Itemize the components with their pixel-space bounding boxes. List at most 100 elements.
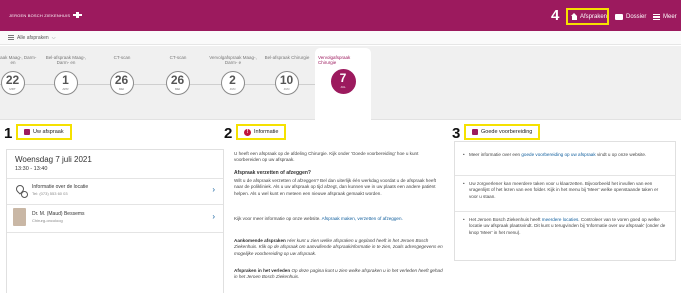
upcoming-heading: Aankomende afspraken xyxy=(234,238,286,243)
bullet-text: Het Jeroen Bosch Ziekenhuis heeft xyxy=(469,217,542,222)
intro-text: U heeft een afspraak op de afdeling Chir… xyxy=(234,151,419,163)
annotation-number-1: 1 xyxy=(4,125,13,142)
highlight-box: Goede voorbereiding xyxy=(464,124,541,140)
timeline-month: APR xyxy=(62,87,69,91)
list-icon xyxy=(8,35,14,40)
divider xyxy=(455,175,675,176)
doctor-name: Dr. M. (Maud) Bessems xyxy=(32,211,85,217)
timeline-item[interactable]: CT-scan 26 MEI xyxy=(153,46,203,120)
reschedule-heading: Afspraak verzetten of afzeggen? xyxy=(234,170,311,176)
information-title: Informatie xyxy=(254,129,279,135)
timeline-day: 7 xyxy=(339,71,347,85)
timeline-day: 2 xyxy=(229,73,236,87)
date-circle: 7 JUL xyxy=(331,69,356,94)
chevron-down-icon: ⌵ xyxy=(51,34,56,41)
date-circle: 26 MEI xyxy=(166,71,190,95)
timeline-item-label: CT-scan xyxy=(169,55,187,60)
date-circle: 22 MRT xyxy=(1,71,25,95)
timeline-item[interactable]: Bel-afspraak Maag-, Darm- en 1 APR xyxy=(41,46,91,120)
appointment-column: 1 Uw afspraak Woensdag 7 juli 2021 13:30… xyxy=(4,121,224,293)
preparation-card: Meer informatie over een goede voorberei… xyxy=(454,141,676,261)
date-circle: 2 JUN xyxy=(221,71,245,95)
appointment-date: Woensdag 7 juli 2021 xyxy=(15,155,92,164)
timeline-day: 10 xyxy=(279,73,294,87)
timeline-item-label: Vervolgafspraak Maag-, Darm- e xyxy=(209,55,257,65)
timeline-month: MRT xyxy=(9,87,16,91)
timeline-month: JUN xyxy=(229,87,236,91)
nav-meer-label: Meer xyxy=(663,13,677,20)
past-heading: Afspraken in het verleden xyxy=(234,268,291,273)
timeline-day: 26 xyxy=(170,73,185,87)
timeline-item[interactable]: Afspraak Maag-, Darm- en 22 MRT xyxy=(0,46,38,120)
all-appointments-dropdown[interactable]: Alle afspraken ⌵ xyxy=(0,31,681,45)
home-icon xyxy=(571,13,577,20)
logo-text: JEROEN BOSCH ZIEKENHUIS xyxy=(9,12,71,18)
timeline-item[interactable]: Vervolgafspraak Maag-, Darm- e 2 JUN xyxy=(208,46,258,120)
timeline-day: 26 xyxy=(114,73,129,87)
timeline-month: MEI xyxy=(118,87,125,91)
information-body: U heeft een afspraak op de afdeling Chir… xyxy=(226,149,449,293)
nav-dossier[interactable]: Dossier xyxy=(615,8,646,25)
preparation-bullet: Het Jeroen Bosch Ziekenhuis heeft meerde… xyxy=(463,217,668,236)
chevron-right-icon: › xyxy=(212,185,215,194)
locations-link[interactable]: meerdere locaties xyxy=(542,217,579,222)
calendar-icon xyxy=(24,129,30,135)
highlight-box: Uw afspraak xyxy=(16,124,72,140)
doctor-row[interactable]: Dr. M. (Maud) Bessems Chirurg-oncoloog › xyxy=(7,206,223,230)
bullet-text: Meer informatie over een xyxy=(469,152,522,157)
date-circle: 10 JUN xyxy=(275,71,299,95)
location-info-row[interactable]: Informatie over de locatie Tel: (073) 55… xyxy=(7,179,223,203)
reschedule-link[interactable]: Afspraak maken, verzetten of afzeggen. xyxy=(322,216,403,221)
preparation-title: Goede voorbereiding xyxy=(481,129,533,135)
cross-logo-icon xyxy=(72,12,83,18)
info-icon: ! xyxy=(244,128,251,136)
past-text: Afspraken in het verleden Op deze pagina… xyxy=(234,268,444,281)
location-info-title: Informatie over de locatie xyxy=(32,184,89,190)
appointment-title: Uw afspraak xyxy=(33,129,64,135)
appointment-card: Woensdag 7 juli 2021 13:30 - 13:40 Infor… xyxy=(6,149,224,293)
upcoming-text: Aankomende afspraken Hier kunt u zien we… xyxy=(234,238,444,257)
timeline-item-label: Bel-afspraak Maag-, Darm- en xyxy=(45,55,87,65)
date-circle: 26 MEI xyxy=(110,71,134,95)
nav-dossier-label: Dossier xyxy=(626,13,647,20)
divider xyxy=(7,232,223,233)
timeline-day: 22 xyxy=(5,73,20,87)
preparation-bullet: Uw zorgverlener kan meerdere taken voor … xyxy=(463,181,668,200)
location-info-phone: Tel: (073) 553 60 03 xyxy=(32,191,68,196)
avatar xyxy=(13,208,26,226)
nav-meer[interactable]: Meer xyxy=(653,8,677,25)
timeline-day: 1 xyxy=(62,73,69,87)
more-info-label: Kijk voor meer informatie op onze websit… xyxy=(234,216,321,221)
appointment-timeline: Afspraak Maag-, Darm- en 22 MRT Bel-afsp… xyxy=(0,46,681,120)
appointment-time: 13:30 - 13:40 xyxy=(15,166,48,172)
top-bar: JEROEN BOSCH ZIEKENHUIS 4 Afspraken Doss… xyxy=(0,0,681,31)
timeline-item-active[interactable]: Vervolgafspraak Chirurgie 7 JUL xyxy=(315,48,371,120)
annotation-number-2: 2 xyxy=(224,125,233,142)
information-column: 2 ! Informatie U heeft een afspraak op d… xyxy=(224,121,449,279)
timeline-month: JUN xyxy=(283,87,290,91)
timeline-item-label: CT-scan xyxy=(113,55,131,60)
information-header: ! Informatie xyxy=(226,121,449,141)
divider xyxy=(7,204,223,205)
appointment-header: Uw afspraak xyxy=(6,121,224,141)
annotation-number-3: 3 xyxy=(452,125,461,142)
menu-icon xyxy=(653,13,660,20)
annotation-number-4: 4 xyxy=(551,7,560,24)
timeline-item-label: Vervolgafspraak Chirurgie xyxy=(318,55,351,65)
all-appointments-label: Alle afspraken xyxy=(17,34,49,41)
hospital-logo[interactable]: JEROEN BOSCH ZIEKENHUIS xyxy=(9,12,83,18)
chevron-right-icon: › xyxy=(212,212,215,221)
bullet-text: Uw zorgverlener kan meerdere taken voor … xyxy=(469,181,659,199)
timeline-item[interactable]: CT-scan 26 MEI xyxy=(97,46,147,120)
reschedule-text: Wilt u de afspraak verzetten of afzeggen… xyxy=(234,178,436,196)
timeline-item-label: Afspraak Maag-, Darm- en xyxy=(0,55,37,65)
timeline-item-label: Bel-afspraak Chirurgie xyxy=(264,55,310,60)
folder-icon xyxy=(615,13,623,20)
location-icon xyxy=(15,185,28,198)
timeline-item[interactable]: Bel-afspraak Chirurgie 10 JUN xyxy=(262,46,312,120)
preparation-header: Goede voorbereiding xyxy=(454,121,676,141)
nav-afspraken[interactable]: Afspraken xyxy=(566,8,609,25)
preparation-link[interactable]: goede voorbereiding op uw afspraak xyxy=(521,152,595,157)
preparation-bullet: Meer informatie over een goede voorberei… xyxy=(463,152,668,159)
divider xyxy=(455,211,675,212)
